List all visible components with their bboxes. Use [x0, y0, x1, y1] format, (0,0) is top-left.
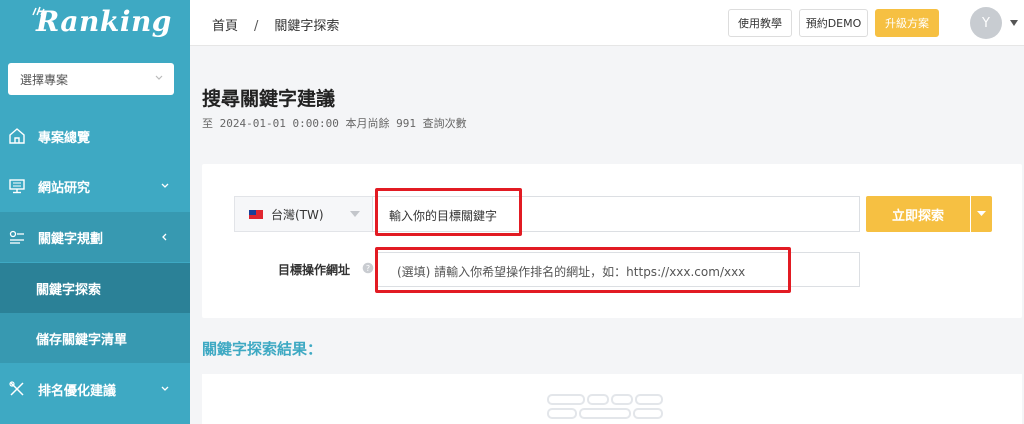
sidebar-item-label: 網站研究 [38, 180, 91, 196]
search-card [202, 164, 1022, 318]
sidebar-item-keyword-planning[interactable]: 關鍵字規劃 [0, 212, 190, 262]
chevron-down-icon [161, 386, 169, 391]
tools-icon [9, 381, 24, 396]
chevron-left-icon [162, 233, 167, 241]
avatar[interactable]: Y [970, 7, 1002, 39]
sidebar: Ranking 選擇專案 專案總覽 網站研究 關鍵字規劃 關鍵字探索 儲存關鍵字… [0, 0, 190, 424]
caret-down-icon [977, 211, 986, 216]
sidebar-item-site-research[interactable]: 網站研究 [0, 161, 190, 211]
sidebar-item-ranking-optimization[interactable]: 排名優化建議 [0, 364, 190, 414]
sidebar-item-label: 專案總覽 [38, 130, 91, 146]
caret-down-icon [350, 211, 360, 217]
empty-state-icon [547, 394, 663, 419]
breadcrumb-home[interactable]: 首頁 [212, 19, 238, 34]
sidebar-item-label: 關鍵字探索 [36, 282, 102, 298]
explore-button[interactable]: 立即探索 [866, 196, 970, 232]
results-title: 關鍵字探索結果： [202, 340, 323, 358]
breadcrumb: 首頁 / 關鍵字探索 [212, 15, 339, 34]
sidebar-item-project-overview[interactable]: 專案總覽 [0, 111, 190, 161]
country-label: 台灣(TW) [271, 207, 324, 222]
chevron-down-icon [155, 75, 163, 80]
target-url-label: 目標操作網址 [278, 263, 351, 277]
breadcrumb-separator: / [254, 19, 259, 34]
sidebar-item-label: 關鍵字規劃 [38, 231, 104, 247]
help-icon[interactable]: ? [362, 262, 374, 274]
chevron-down-icon [161, 183, 169, 188]
home-icon [9, 128, 25, 144]
sidebar-item-label: 排名優化建議 [38, 383, 117, 399]
highlight-box [375, 188, 522, 236]
breadcrumb-current: 關鍵字探索 [274, 19, 340, 34]
svg-text:?: ? [366, 264, 370, 273]
sidebar-item-saved-keywords[interactable]: 儲存關鍵字清單 [0, 313, 190, 363]
page-title: 搜尋關鍵字建議 [202, 88, 336, 110]
sidebar-item-label: 儲存關鍵字清單 [36, 332, 128, 348]
country-select[interactable]: 台灣(TW) [234, 196, 372, 232]
topbar: 首頁 / 關鍵字探索 使用教學 預約DEMO 升級方案 Y [190, 0, 1024, 46]
caret-down-icon[interactable] [1010, 20, 1018, 26]
monitor-icon [9, 179, 25, 194]
project-select[interactable]: 選擇專案 [8, 63, 174, 95]
keyword-planning-icon [9, 230, 24, 244]
project-select-label: 選擇專案 [20, 73, 69, 87]
upgrade-button[interactable]: 升級方案 [875, 9, 939, 37]
highlight-box [375, 247, 791, 293]
explore-dropdown-toggle[interactable] [971, 196, 992, 232]
app-logo[interactable]: Ranking [36, 5, 172, 38]
demo-button[interactable]: 預約DEMO [799, 9, 868, 37]
taiwan-flag-icon [249, 209, 263, 219]
tutorial-button[interactable]: 使用教學 [728, 9, 792, 37]
quota-text: 至 2024-01-01 0:00:00 本月尚餘 991 查詢次數 [202, 117, 467, 130]
sidebar-item-keyword-explore[interactable]: 關鍵字探索 [0, 263, 190, 313]
